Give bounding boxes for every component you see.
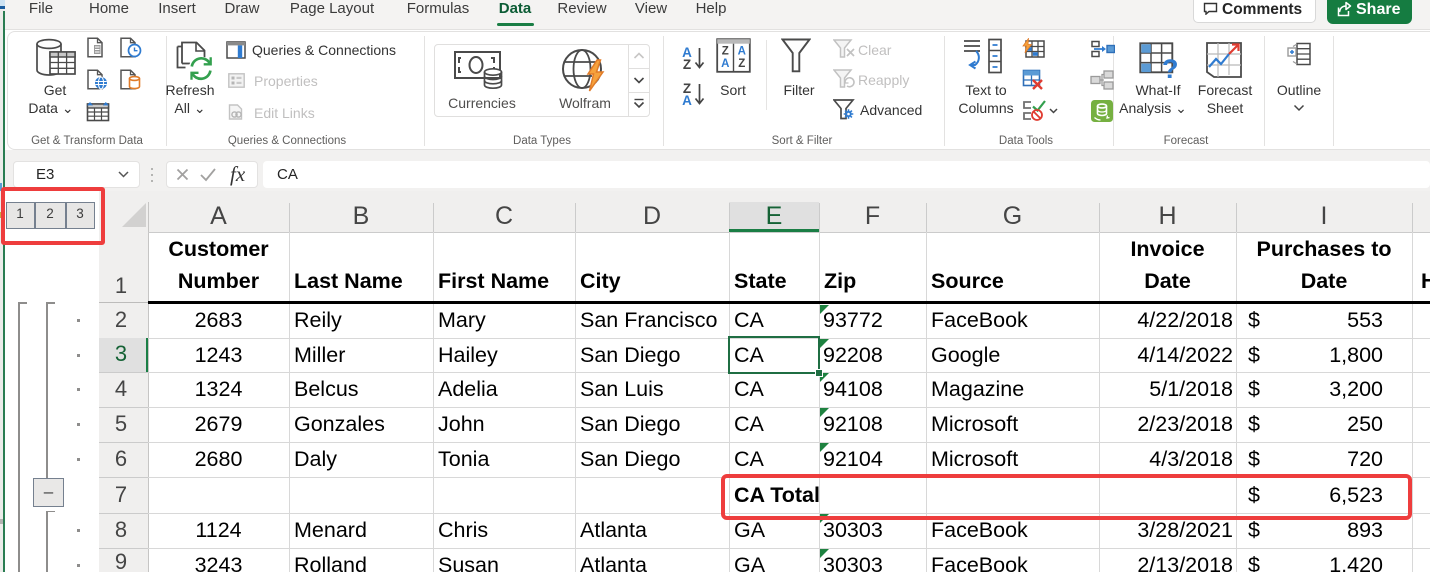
svg-text:Z: Z bbox=[722, 46, 729, 58]
svg-text:?: ? bbox=[1162, 54, 1179, 80]
svg-text:A: A bbox=[721, 58, 729, 70]
svg-text:Z: Z bbox=[738, 58, 745, 70]
svg-text:A: A bbox=[738, 46, 746, 58]
